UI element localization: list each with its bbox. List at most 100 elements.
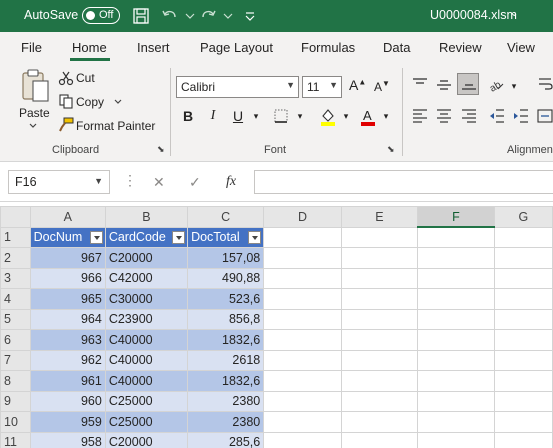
cell[interactable] xyxy=(340,370,419,392)
borders-icon[interactable] xyxy=(273,108,289,124)
docnum-cell[interactable]: 962 xyxy=(29,349,106,371)
file-name[interactable]: U0000084.xlsm xyxy=(430,8,517,22)
column-header-e[interactable]: E xyxy=(340,206,419,228)
cell[interactable] xyxy=(417,390,495,412)
undo-dropdown-icon[interactable] xyxy=(180,6,200,26)
enter-icon[interactable]: ✓ xyxy=(189,174,201,191)
cell[interactable] xyxy=(417,288,495,310)
column-header-g[interactable]: G xyxy=(493,206,553,228)
doctotal-cell[interactable]: 856,8 xyxy=(187,308,265,330)
cell[interactable] xyxy=(493,308,553,330)
cell[interactable] xyxy=(493,349,553,371)
italic-icon[interactable]: I xyxy=(203,106,223,126)
middle-align-icon[interactable] xyxy=(435,76,453,92)
tab-file[interactable]: File xyxy=(21,40,42,55)
filename-chevron-icon[interactable]: ⌄ xyxy=(510,8,518,19)
docnum-cell[interactable]: 967 xyxy=(29,247,106,269)
autosave-toggle[interactable]: Off xyxy=(82,7,120,24)
font-color-icon[interactable]: A xyxy=(359,107,377,127)
cell[interactable] xyxy=(340,349,419,371)
column-header-b[interactable]: B xyxy=(104,206,189,228)
cell[interactable] xyxy=(417,267,495,289)
formula-input[interactable] xyxy=(254,170,553,194)
cell[interactable] xyxy=(263,247,342,269)
cell[interactable] xyxy=(263,431,342,448)
fill-color-dropdown-icon[interactable]: ▾ xyxy=(336,106,356,126)
cut-label[interactable]: Cut xyxy=(76,71,95,85)
tab-insert[interactable]: Insert xyxy=(137,40,170,55)
underline-dropdown-icon[interactable]: ▾ xyxy=(246,106,266,126)
cell[interactable] xyxy=(340,431,419,448)
font-name-box[interactable]: Calibri ▼ xyxy=(176,76,299,98)
cell[interactable] xyxy=(340,329,419,351)
merge-center-icon[interactable] xyxy=(537,108,553,124)
increase-indent-icon[interactable] xyxy=(512,108,530,124)
docnum-cell[interactable]: 959 xyxy=(29,411,106,433)
cell[interactable] xyxy=(263,308,342,330)
paste-dropdown-icon[interactable] xyxy=(28,122,38,130)
font-dialog-launcher-icon[interactable]: ⬊ xyxy=(387,144,395,155)
docnum-cell[interactable]: 958 xyxy=(29,431,106,448)
cell[interactable] xyxy=(263,390,342,412)
doctotal-cell[interactable]: 285,6 xyxy=(187,431,265,448)
insert-function-icon[interactable]: fx xyxy=(226,174,236,190)
header-cell-cardcode[interactable]: CardCode xyxy=(104,226,189,248)
cell[interactable] xyxy=(417,431,495,448)
filter-dropdown-icon[interactable] xyxy=(172,230,186,244)
align-right-icon[interactable] xyxy=(460,108,478,124)
cardcode-cell[interactable]: C25000 xyxy=(104,411,189,433)
row-header[interactable]: 10 xyxy=(0,411,31,433)
row-header[interactable]: 6 xyxy=(0,329,31,351)
cardcode-cell[interactable]: C20000 xyxy=(104,247,189,269)
cell[interactable] xyxy=(493,411,553,433)
copy-dropdown-icon[interactable] xyxy=(113,98,123,106)
cell[interactable] xyxy=(493,226,553,248)
cardcode-cell[interactable]: C30000 xyxy=(104,288,189,310)
docnum-cell[interactable]: 964 xyxy=(29,308,106,330)
row-header[interactable]: 8 xyxy=(0,370,31,392)
filter-dropdown-icon[interactable] xyxy=(248,230,262,244)
align-left-icon[interactable] xyxy=(411,108,429,124)
docnum-cell[interactable]: 963 xyxy=(29,329,106,351)
cell[interactable] xyxy=(340,267,419,289)
font-size-box[interactable]: 11 ▼ xyxy=(302,76,342,98)
cell[interactable] xyxy=(493,431,553,448)
cardcode-cell[interactable]: C42000 xyxy=(104,267,189,289)
font-size-dropdown-icon[interactable]: ▼ xyxy=(329,80,338,90)
font-color-dropdown-icon[interactable]: ▾ xyxy=(376,106,396,126)
tab-data[interactable]: Data xyxy=(383,40,410,55)
tab-formulas[interactable]: Formulas xyxy=(301,40,355,55)
cell[interactable] xyxy=(263,349,342,371)
copy-icon[interactable] xyxy=(58,93,74,109)
doctotal-cell[interactable]: 2380 xyxy=(187,390,265,412)
underline-icon[interactable]: U xyxy=(228,106,248,126)
name-box-dropdown-icon[interactable]: ▼ xyxy=(94,176,103,186)
sheet-table[interactable]: A B C D E F G 1 DocNum CardCode DocTotal… xyxy=(0,206,553,448)
increase-font-size-icon[interactable]: A▲ xyxy=(349,77,366,93)
cell[interactable] xyxy=(417,349,495,371)
borders-dropdown-icon[interactable]: ▾ xyxy=(290,106,310,126)
cell[interactable] xyxy=(493,390,553,412)
row-header[interactable]: 3 xyxy=(0,267,31,289)
font-name-dropdown-icon[interactable]: ▼ xyxy=(286,80,295,90)
paste-icon[interactable] xyxy=(20,68,50,104)
cell[interactable] xyxy=(493,247,553,269)
format-painter-label[interactable]: Format Painter xyxy=(76,119,155,133)
tab-page-layout[interactable]: Page Layout xyxy=(200,40,273,55)
cardcode-cell[interactable]: C25000 xyxy=(104,390,189,412)
docnum-cell[interactable]: 965 xyxy=(29,288,106,310)
fill-color-icon[interactable] xyxy=(319,107,337,127)
clipboard-dialog-launcher-icon[interactable]: ⬊ xyxy=(157,144,165,155)
docnum-cell[interactable]: 960 xyxy=(29,390,106,412)
decrease-indent-icon[interactable] xyxy=(488,108,506,124)
header-cell-docnum[interactable]: DocNum xyxy=(29,226,106,248)
cell[interactable] xyxy=(263,370,342,392)
doctotal-cell[interactable]: 2618 xyxy=(187,349,265,371)
cardcode-cell[interactable]: C40000 xyxy=(104,349,189,371)
undo-icon[interactable] xyxy=(160,6,180,26)
paste-label[interactable]: Paste xyxy=(19,106,50,120)
customize-qat-icon[interactable] xyxy=(240,6,260,26)
doctotal-cell[interactable]: 1832,6 xyxy=(187,329,265,351)
cut-icon[interactable] xyxy=(58,70,74,86)
column-header-c[interactable]: C xyxy=(187,206,265,228)
